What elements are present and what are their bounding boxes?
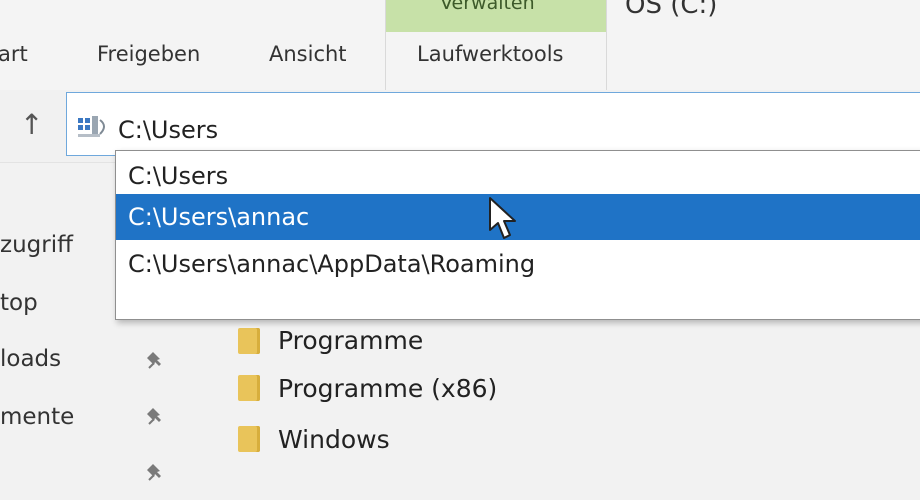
autocomplete-item-selected[interactable]: C:\Users\annac — [116, 194, 920, 240]
window-title: OS (C:) — [625, 0, 718, 20]
folder-icon — [238, 426, 260, 452]
up-arrow-icon[interactable]: ↑ — [20, 108, 43, 141]
folder-icon — [238, 375, 260, 401]
mouse-pointer-icon — [489, 197, 516, 239]
tool-band-label: Verwalten — [440, 0, 535, 14]
tab-ansicht[interactable]: Ansicht — [269, 42, 347, 66]
autocomplete-item[interactable]: C:\Users — [116, 153, 920, 199]
folder-item-programme-x86[interactable]: Programme (x86) — [278, 374, 497, 403]
this-pc-icon — [78, 116, 105, 137]
folder-icon — [238, 328, 260, 354]
folder-item-windows[interactable]: Windows — [278, 425, 390, 454]
pin-icon[interactable] — [145, 350, 167, 372]
nav-item-schnellzugriff[interactable]: zugriff — [0, 232, 73, 258]
nav-item-downloads[interactable]: loads — [0, 346, 61, 372]
tab-laufwerktools[interactable]: Laufwerktools — [417, 42, 564, 66]
nav-item-desktop[interactable]: top — [0, 290, 38, 316]
tab-start[interactable]: art — [0, 42, 28, 66]
pin-icon[interactable] — [145, 462, 167, 484]
folder-item-programme[interactable]: Programme — [278, 326, 423, 355]
tab-freigeben[interactable]: Freigeben — [97, 42, 200, 66]
pin-icon[interactable] — [145, 406, 167, 428]
autocomplete-item[interactable]: C:\Users\annac\AppData\Roaming — [116, 241, 920, 287]
nav-item-dokumente[interactable]: mente — [0, 404, 74, 430]
address-input[interactable] — [118, 116, 718, 144]
